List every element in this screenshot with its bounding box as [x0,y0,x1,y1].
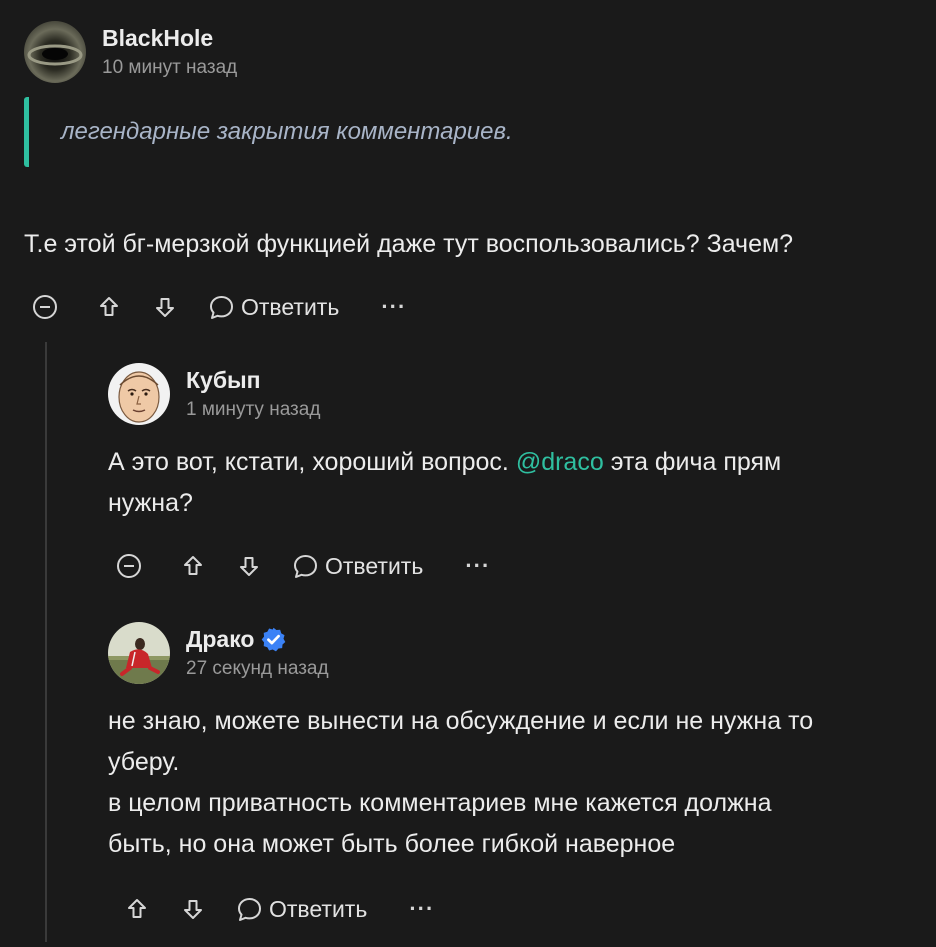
avatar[interactable] [24,21,86,83]
comment-timestamp[interactable]: 1 минуту назад [186,398,320,422]
comment-actions: Ответить ··· [116,546,490,586]
comment-timestamp[interactable]: 10 минут назад [102,56,237,80]
comment-text-line: А это вот, кстати, хороший вопрос. @drac… [108,442,781,483]
speech-bubble-icon [294,554,317,578]
collapse-button[interactable] [116,553,142,579]
quote-block: легендарные закрытия комментариев. [24,97,879,167]
comment-actions: Ответить ··· [32,287,406,327]
comment-thread: BlackHole 10 минут назад легендарные зак… [0,0,936,947]
collapse-button[interactable] [32,294,58,320]
comment-header-drako: Драко 27 секунд назад [108,622,329,684]
author-name[interactable]: Драко [186,625,329,653]
upvote-button[interactable] [124,897,150,921]
comment-header-blackhole: BlackHole 10 минут назад [24,21,237,83]
reply-label: Ответить [325,552,424,579]
user-mention-link[interactable]: @draco [516,448,604,476]
reply-label: Ответить [269,895,368,922]
reply-button[interactable]: Ответить [292,553,423,580]
thread-line[interactable] [45,342,47,942]
arrow-down-icon [184,900,202,919]
comment-text-line: нужна? [108,489,193,517]
reply-button[interactable]: Ответить [208,294,339,321]
downvote-button[interactable] [180,897,206,921]
more-icon: ··· [381,294,407,319]
speech-bubble-icon [238,897,261,921]
comment-text-line: Т.е этой бг-мерзкой функцией даже тут во… [24,230,794,258]
reply-label: Ответить [241,293,340,320]
comment-text-line: быть, но она может быть более гибкой нав… [108,830,676,858]
more-options-button[interactable]: ··· [465,553,490,579]
arrow-down-icon [240,557,258,576]
collapse-icon [33,295,57,319]
comment-actions: Ответить ··· [124,889,434,929]
downvote-button[interactable] [236,554,262,578]
upvote-button[interactable] [96,295,122,319]
comment-text-segment: А это вот, кстати, хороший вопрос. [108,448,516,476]
reply-button[interactable]: Ответить [236,896,367,923]
comment-timestamp[interactable]: 27 секунд назад [186,657,329,681]
comment-text-line: в целом приватность комментариев мне каж… [108,789,772,817]
comment-text-segment: эта фича прям [603,448,782,476]
comment-text: Т.е этой бг-мерзкой функцией даже тут во… [24,224,793,265]
verified-badge-icon [260,626,287,653]
arrow-down-icon [156,298,174,317]
quote-text: легендарные закрытия комментариев. [61,118,513,145]
avatar[interactable] [108,363,170,425]
arrow-up-icon [184,556,202,575]
comment-header-kubyp: Кубып 1 минуту назад [108,363,320,425]
downvote-button[interactable] [152,295,178,319]
more-icon: ··· [409,896,435,921]
avatar[interactable] [108,622,170,684]
comment-text: не знаю, можете вынести на обсуждение и … [108,701,813,865]
comment-text-line: уберу. [108,748,180,776]
author-name[interactable]: BlackHole [102,24,237,52]
arrow-up-icon [100,297,118,316]
comment-text: А это вот, кстати, хороший вопрос. @drac… [108,442,781,524]
arrow-up-icon [128,899,146,918]
more-options-button[interactable]: ··· [409,896,434,922]
more-icon: ··· [465,553,491,578]
comment-text-line: не знаю, можете вынести на обсуждение и … [108,707,814,735]
more-options-button[interactable]: ··· [381,294,406,320]
author-name[interactable]: Кубып [186,366,320,394]
upvote-button[interactable] [180,554,206,578]
collapse-icon [117,554,141,578]
author-name-text: Драко [186,626,255,652]
speech-bubble-icon [210,295,233,319]
